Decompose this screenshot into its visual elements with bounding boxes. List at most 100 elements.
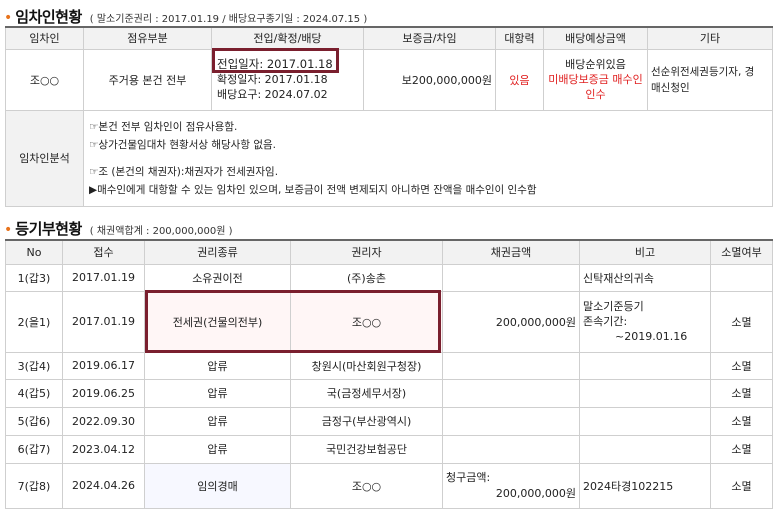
col-received: 접수 [62,239,145,265]
row-amount [442,406,580,436]
row-status: 소멸 [710,351,773,380]
note-line-1: 말소기준등기 [583,300,644,313]
dividend-line-1: 배당순위있음 [565,58,626,71]
col-right-holder: 권리자 [290,239,443,265]
bullet-dot-icon: • [4,10,13,26]
row-date: 2023.04.12 [62,434,145,464]
tenant-section-subtitle: ( 말소기준권리 : 2017.01.19 / 배당요구종기일 : 2024.0… [89,14,368,25]
analysis-line-1: ☞본건 전부 임차인이 점유사용함. [89,120,238,133]
row-amount [442,434,580,464]
row-no: 1(갑3) [5,263,63,292]
col-opposing: 대항력 [495,26,544,50]
registry-table-header: No 접수 권리종류 권리자 채권금액 비고 소멸여부 [5,239,773,265]
row-status: 소멸 [710,434,773,464]
table-row: 6(갑7) 2023.04.12 압류 국민건강보험공단 소멸 [5,434,773,464]
col-extinction: 소멸여부 [710,239,773,265]
row-holder: 창원시(마산회원구청장) [290,351,443,380]
col-deposit: 보증금/차임 [363,26,496,50]
tenant-section-header: • 임차인현황 ( 말소기준권리 : 2017.01.19 / 배당요구종기일 … [4,6,367,27]
tenant-etc: 선순위전세권등기자, 경 매신청인 [647,48,773,111]
table-row: 5(갑6) 2022.09.30 압류 금정구(부산광역시) 소멸 [5,406,773,436]
row-amount [442,378,580,408]
col-remarks: 비고 [579,239,711,265]
registry-section-header: • 등기부현황 ( 채권액합계 : 200,000,000원 ) [4,218,233,239]
etc-line-2: 매신청인 [651,81,690,94]
row-date: 2019.06.17 [62,351,145,380]
row-note [579,434,711,464]
row-amount: 200,000,000원 [442,290,580,353]
row-type: 소유권이전 [144,263,291,292]
note-line-3: ~2019.01.16 [615,330,688,343]
tenant-dividend: 배당순위있음 미배당보증금 매수인 인수 [543,48,648,111]
col-right-type: 권리종류 [144,239,291,265]
row-status [710,263,773,292]
table-row: 2(을1) 2017.01.19 전세권(건물의전부) 조○○ 200,000,… [5,290,773,353]
row-date: 2017.01.19 [62,263,145,292]
row-date: 2017.01.19 [62,290,145,353]
table-row: 1(갑3) 2017.01.19 소유권이전 (주)송촌 신탁재산의귀속 [5,263,773,292]
analysis-content: ☞본건 전부 임차인이 점유사용함. ☞상가건물임대차 현황서상 해당사항 없음… [83,109,773,207]
row-note [579,351,711,380]
etc-line-1: 선순위전세권등기자, 경 [651,65,755,78]
table-row: 7(갑8) 2024.04.26 임의경매 조○○ 청구금액: 200,000,… [5,462,773,509]
row-holder: 국(금정세무서장) [290,378,443,408]
note-line-2: 존속기간: [583,315,628,328]
analysis-label: 임차인분석 [5,109,84,207]
col-tenant: 임차인 [5,26,84,50]
row-type: 전세권(건물의전부) [144,290,291,353]
row-no: 6(갑7) [5,434,63,464]
bullet-dot-icon: • [4,222,13,238]
col-no: No [5,239,63,265]
analysis-line-2: ☞상가건물임대차 현황서상 해당사항 없음. [89,138,276,151]
row-status: 소멸 [710,290,773,353]
analysis-line-5: ▶매수인에게 대항할 수 있는 임차인 있으며, 보증금이 전액 변제되지 아니… [89,183,537,196]
row-note [579,378,711,408]
row-type: 압류 [144,351,291,380]
table-row: 3(갑4) 2019.06.17 압류 창원시(마산회원구청장) 소멸 [5,351,773,380]
row-status: 소멸 [710,378,773,408]
claim-amount-value: 200,000,000원 [495,486,576,500]
row-note: 말소기준등기 존속기간: ~2019.01.16 [579,290,711,353]
col-etc: 기타 [647,26,773,50]
row-amount [442,263,580,292]
dividend-request-date: 배당요구: 2024.07.02 [217,88,328,101]
row-no: 7(갑8) [5,462,63,509]
row-no: 3(갑4) [5,351,63,380]
row-holder: 조○○ [290,462,443,509]
tenant-analysis-row: 임차인분석 ☞본건 전부 임차인이 점유사용함. ☞상가건물임대차 현황서상 해… [5,109,773,207]
row-holder: 조○○ [290,290,443,353]
tenant-row: 조○○ 주거용 본건 전부 전입일자: 2017.01.18 확정일자: 201… [5,48,773,111]
tenant-dates: 전입일자: 2017.01.18 확정일자: 2017.01.18 배당요구: … [211,48,364,111]
tenant-deposit: 보200,000,000원 [363,48,496,111]
tenant-name: 조○○ [5,48,84,111]
row-holder: 금정구(부산광역시) [290,406,443,436]
row-no: 2(을1) [5,290,63,353]
row-no: 4(갑5) [5,378,63,408]
registry-section-subtitle: ( 채권액합계 : 200,000,000원 ) [89,226,233,237]
row-holder: 국민건강보험공단 [290,434,443,464]
row-date: 2024.04.26 [62,462,145,509]
registry-section-title: 등기부현황 [15,220,82,238]
row-date: 2022.09.30 [62,406,145,436]
tenant-opposing-power: 있음 [495,48,544,111]
analysis-line-3 [89,154,767,163]
tenant-table: 임차인 점유부분 전입/확정/배당 보증금/차임 대항력 배당예상금액 기타 조… [5,26,773,207]
table-row: 4(갑5) 2019.06.25 압류 국(금정세무서장) 소멸 [5,378,773,408]
row-amount [442,351,580,380]
row-note [579,406,711,436]
dividend-line-3: 인수 [585,88,606,101]
row-type: 압류 [144,406,291,436]
row-type: 압류 [144,378,291,408]
row-holder: (주)송촌 [290,263,443,292]
analysis-line-4: ☞조 (본건의 채권자):채권자가 전세권자임. [89,165,279,178]
row-note: 2024타경102215 [579,462,711,509]
dividend-line-2: 미배당보증금 매수인 [548,73,643,86]
fixed-date: 확정일자: 2017.01.18 [217,73,328,86]
col-claim-amount: 채권금액 [442,239,580,265]
tenant-occupancy: 주거용 본건 전부 [83,48,212,111]
row-note: 신탁재산의귀속 [579,263,711,292]
claim-amount-label: 청구금액: [446,470,491,484]
col-occupancy: 점유부분 [83,26,212,50]
row-no: 5(갑6) [5,406,63,436]
row-status: 소멸 [710,462,773,509]
